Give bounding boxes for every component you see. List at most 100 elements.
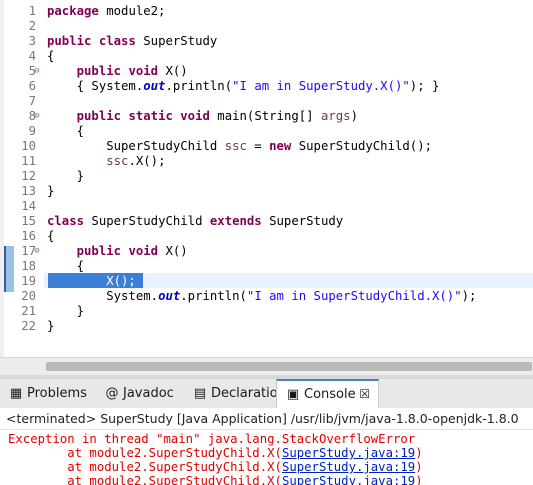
code-token: .X(); bbox=[128, 154, 166, 168]
code-line[interactable]: 9 { bbox=[0, 124, 533, 139]
line-number: 9 bbox=[28, 124, 36, 138]
code-token: void bbox=[128, 244, 159, 258]
code-line[interactable]: 18 { bbox=[0, 259, 533, 274]
code-line[interactable]: 12 } bbox=[0, 169, 533, 184]
horizontal-scrollbar[interactable] bbox=[0, 357, 533, 375]
code-token: X() bbox=[158, 64, 188, 78]
javadoc-icon: @ bbox=[105, 386, 119, 401]
stack-trace-link[interactable]: SuperStudy.java:19 bbox=[282, 474, 415, 485]
code-line[interactable]: 14 bbox=[0, 199, 533, 214]
console-view[interactable]: <terminated> SuperStudy [Java Applicatio… bbox=[0, 408, 533, 485]
code-text: public static void main(String[] args) bbox=[47, 109, 358, 124]
line-number: 7 bbox=[28, 94, 36, 108]
line-number: 8 bbox=[28, 109, 36, 123]
stack-trace-link[interactable]: SuperStudy.java:19 bbox=[282, 460, 415, 474]
fold-toggle-icon[interactable]: ⊖ bbox=[33, 247, 41, 256]
code-line[interactable]: 11 ssc.X(); bbox=[0, 154, 533, 169]
code-token: static bbox=[128, 109, 173, 123]
tab-problems[interactable]: ▦ Problems bbox=[0, 379, 93, 408]
code-token: ) bbox=[350, 109, 358, 123]
code-token: class bbox=[98, 34, 136, 48]
code-line[interactable]: 1 package module2; bbox=[0, 4, 533, 19]
code-token: } bbox=[47, 184, 55, 198]
code-token: new bbox=[269, 139, 292, 153]
line-number: 11 bbox=[21, 154, 36, 168]
code-token: { bbox=[47, 229, 55, 243]
console-line: at module2.SuperStudyChild.X(SuperStudy.… bbox=[8, 460, 423, 474]
code-token: ); bbox=[461, 289, 477, 303]
code-line[interactable]: 3 public class SuperStudy bbox=[0, 34, 533, 49]
code-line[interactable]: 7 bbox=[0, 94, 533, 109]
code-text: public void X() bbox=[47, 64, 188, 79]
console-text: at module2.SuperStudyChild.X( bbox=[8, 460, 282, 474]
code-token: } bbox=[47, 169, 85, 183]
line-number: 14 bbox=[21, 199, 36, 213]
line-number: 5 bbox=[28, 64, 36, 78]
code-line[interactable]: 8 ⊖ public static void main(String[] args… bbox=[0, 109, 533, 124]
code-line[interactable]: 17 ⊖ public void X() bbox=[0, 244, 533, 259]
tab-label: Problems bbox=[27, 386, 87, 401]
fold-toggle-icon[interactable]: ⊖ bbox=[33, 112, 41, 121]
code-text: public class SuperStudy bbox=[47, 34, 217, 49]
code-token: SuperStudy bbox=[261, 214, 344, 228]
code-line[interactable]: 19 X(); bbox=[0, 274, 533, 289]
code-text: } bbox=[47, 169, 84, 184]
code-editor[interactable]: 1 package module2; 2 3 public class SuperStu… bbox=[0, 0, 533, 375]
code-line[interactable]: 21 } bbox=[0, 304, 533, 319]
code-token: { bbox=[47, 124, 85, 138]
code-line[interactable]: 6 { System.out.println("I am in SuperStu… bbox=[0, 79, 533, 94]
scrollbar-thumb[interactable] bbox=[46, 362, 532, 371]
line-number: 1 bbox=[28, 4, 36, 18]
code-token: out bbox=[158, 289, 181, 303]
code-text: { bbox=[47, 259, 84, 274]
line-number: 18 bbox=[21, 259, 36, 273]
code-line[interactable]: 16 { bbox=[0, 229, 533, 244]
code-token: public bbox=[76, 109, 122, 123]
code-token: ssc bbox=[106, 154, 129, 168]
code-line[interactable]: 13} bbox=[0, 184, 533, 199]
code-token: .println( bbox=[165, 79, 233, 93]
code-line[interactable]: 15 class SuperStudyChild extends SuperStu… bbox=[0, 214, 533, 229]
console-icon: ▣ bbox=[286, 387, 300, 402]
code-line[interactable]: 20 System.out.println("I am in SuperStud… bbox=[0, 289, 533, 304]
code-token: } bbox=[47, 304, 85, 318]
console-text: at module2.SuperStudyChild.X( bbox=[8, 474, 282, 485]
code-token: module2; bbox=[98, 4, 166, 18]
line-number: 17 bbox=[21, 244, 36, 258]
code-line[interactable]: 2 bbox=[0, 19, 533, 34]
code-line[interactable]: 22} bbox=[0, 319, 533, 334]
console-text: at module2.SuperStudyChild.X( bbox=[8, 446, 282, 460]
console-text: Exception in thread "main" java.lang.Sta… bbox=[8, 432, 416, 446]
code-token: extends bbox=[209, 214, 262, 228]
code-text: { bbox=[47, 49, 54, 64]
line-number: 6 bbox=[28, 79, 36, 93]
code-token: = bbox=[246, 139, 270, 153]
code-line[interactable]: 5 ⊖ public void X() bbox=[0, 64, 533, 79]
stack-trace-link[interactable]: SuperStudy.java:19 bbox=[282, 446, 415, 460]
code-line[interactable]: 4{ bbox=[0, 49, 533, 64]
close-icon[interactable]: ☒ bbox=[356, 387, 370, 401]
code-text: class SuperStudyChild extends SuperStudy bbox=[47, 214, 343, 229]
line-number: 15 bbox=[21, 214, 36, 228]
code-token: .println( bbox=[180, 289, 247, 303]
code-token: SuperStudy bbox=[135, 34, 218, 48]
tab-console[interactable]: ▣ Console ☒ bbox=[276, 379, 380, 409]
code-text: System.out.println("I am in SuperStudyCh… bbox=[47, 289, 476, 304]
code-line[interactable]: 10 SuperStudyChild ssc = new SuperStudyC… bbox=[0, 139, 533, 154]
line-number: 21 bbox=[21, 304, 36, 318]
code-token: { bbox=[47, 49, 55, 63]
code-token: X() bbox=[158, 244, 188, 258]
console-text: ) bbox=[415, 460, 423, 474]
code-text: { bbox=[47, 124, 84, 139]
line-number: 22 bbox=[21, 319, 36, 333]
console-line: Exception in thread "main" java.lang.Sta… bbox=[8, 432, 415, 446]
line-number: 4 bbox=[28, 49, 36, 63]
code-text: SuperStudyChild ssc = new SuperStudyChil… bbox=[47, 139, 432, 154]
fold-toggle-icon[interactable]: ⊖ bbox=[33, 67, 41, 76]
tab-javadoc[interactable]: @ Javadoc bbox=[96, 379, 180, 408]
code-token: } bbox=[47, 319, 55, 333]
